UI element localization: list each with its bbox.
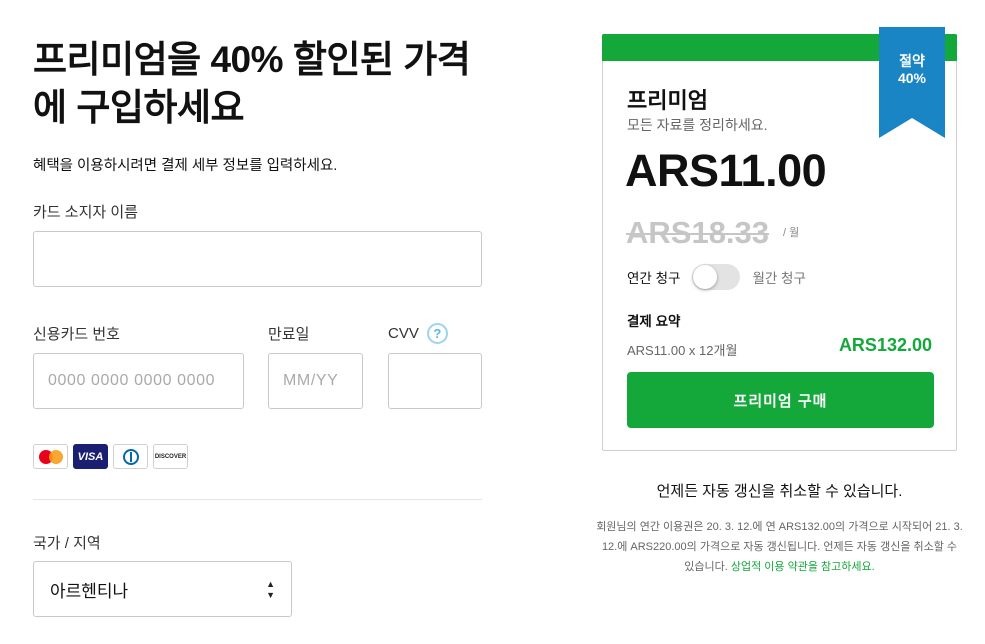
payment-form: 프리미엄을 40% 할인된 가격에 구입하세요 혜택을 이용하시려면 결제 세부…	[33, 36, 483, 617]
plan-description: 모든 자료를 정리하세요.	[627, 117, 768, 133]
ribbon-line2: 40%	[897, 70, 927, 86]
card-brand-list: VISA DISCOVER	[33, 444, 188, 469]
expiry-placeholder: MM/YY	[283, 372, 339, 389]
visa-icon: VISA	[73, 444, 108, 469]
expiry-label: 만료일	[268, 326, 310, 343]
cancel-note: 언제든 자동 갱신을 취소할 수 있습니다.	[656, 483, 903, 500]
terms-link[interactable]: 상업적 이용 약관을 참고하세요.	[731, 561, 875, 573]
summary-title: 결제 요약	[627, 314, 681, 329]
billing-toggle-row: 연간 청구 월간 청구	[627, 264, 806, 290]
cvv-input[interactable]	[388, 353, 482, 409]
country-label: 국가 / 지역	[33, 535, 101, 552]
discover-icon: DISCOVER	[153, 444, 188, 469]
toggle-knob	[693, 265, 718, 289]
card-number-label: 신용카드 번호	[33, 326, 120, 343]
country-value: 아르헨티나	[50, 581, 129, 601]
billing-annual-label[interactable]: 연간 청구	[627, 267, 680, 287]
summary-detail: ARS11.00 x 12개월	[627, 343, 738, 358]
cardholder-name-input[interactable]	[33, 231, 482, 287]
plan-price: ARS11.00	[625, 145, 827, 196]
plan-name: 프리미엄	[627, 88, 708, 113]
discount-ribbon: 절약 40%	[879, 27, 945, 138]
billing-monthly-label[interactable]: 월간 청구	[752, 267, 805, 287]
ribbon-line1: 절약	[899, 53, 925, 69]
renewal-fine-print: 회원님의 연간 이용권은 20. 3. 12.에 연 ARS132.00의 가격…	[596, 517, 963, 577]
plan-summary-card: 절약 40% 프리미엄 모든 자료를 정리하세요. ARS11.00 ARS18…	[602, 27, 957, 451]
page-title: 프리미엄을 40% 할인된 가격에 구입하세요	[33, 39, 471, 128]
original-price: ARS18.33	[626, 215, 770, 250]
card-number-placeholder: 0000 0000 0000 0000	[48, 372, 216, 389]
cardholder-label: 카드 소지자 이름	[33, 204, 138, 221]
buy-premium-button[interactable]: 프리미엄 구매	[627, 372, 934, 428]
diners-club-icon	[113, 444, 148, 469]
cvv-label: CVV	[388, 325, 419, 342]
form-divider	[33, 499, 482, 500]
price-period: / 월	[783, 227, 800, 239]
cvv-label-group: CVV ?	[388, 323, 448, 344]
page-subtitle: 혜택을 이용하시려면 결제 세부 정보를 입력하세요.	[33, 158, 338, 174]
country-select[interactable]: 아르헨티나 ▲ ▼	[33, 561, 292, 617]
help-icon[interactable]: ?	[426, 323, 448, 344]
summary-total: ARS132.00	[838, 335, 932, 355]
select-arrows-icon: ▲ ▼	[266, 578, 275, 600]
billing-toggle[interactable]	[692, 264, 741, 290]
mastercard-icon	[33, 444, 68, 469]
expiry-input[interactable]: MM/YY	[268, 353, 363, 409]
card-number-input[interactable]: 0000 0000 0000 0000	[33, 353, 244, 409]
